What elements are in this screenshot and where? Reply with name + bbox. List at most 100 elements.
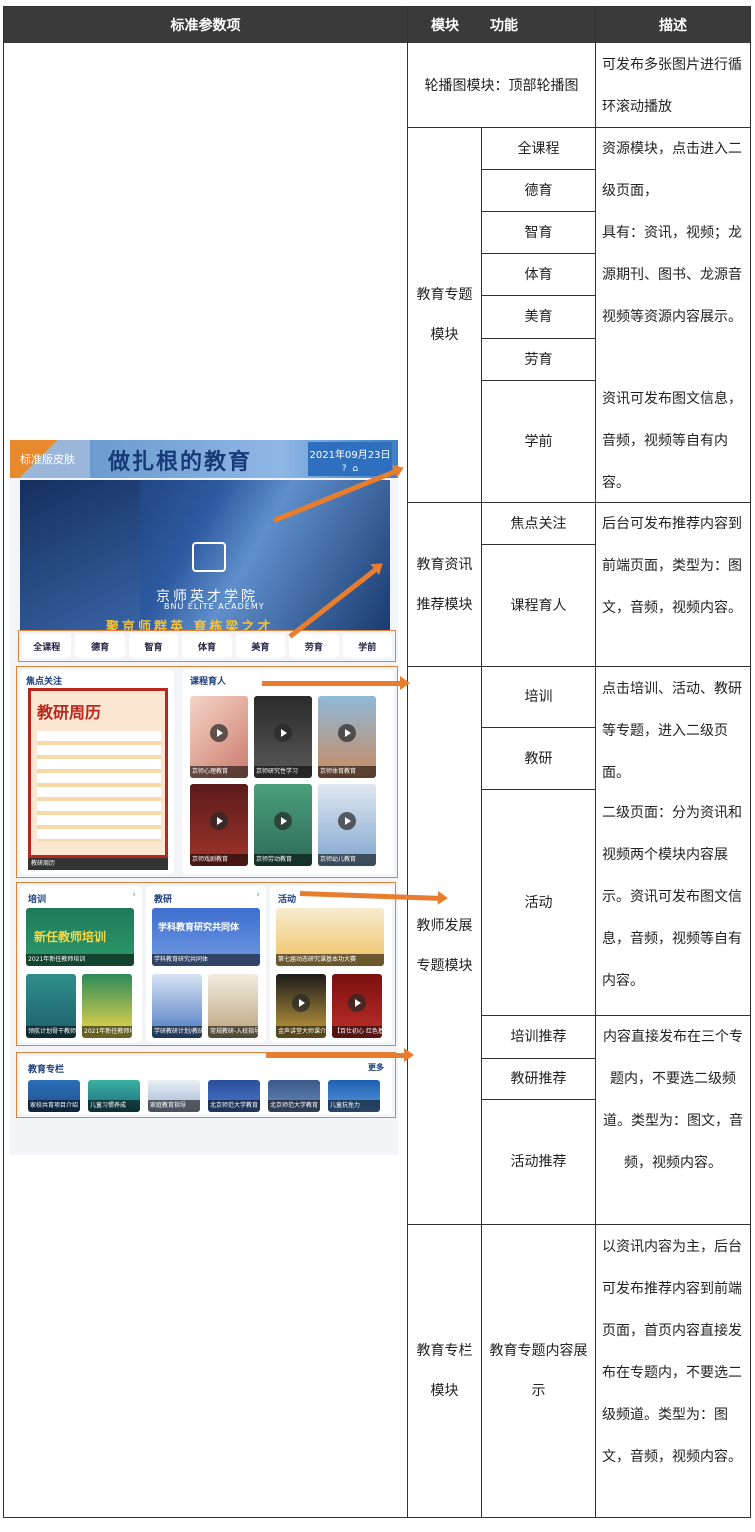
- course-title: 课程育人: [190, 677, 227, 687]
- column-item[interactable]: 儿童抗挫力: [328, 1080, 380, 1112]
- column-item[interactable]: 家校共育项目介绍: [28, 1080, 80, 1112]
- banner-building: [20, 480, 140, 630]
- research-banner-cap: 学科教育研究共同体: [152, 954, 260, 966]
- poster-lines: [37, 731, 161, 841]
- topic-func-0: 全课程: [517, 140, 560, 157]
- column-func: 教育专题内容展示: [489, 1343, 588, 1399]
- research-title: 教研: [154, 895, 173, 905]
- train-banner[interactable]: 新任教师培训 2021年新任教师培训: [26, 908, 134, 966]
- column-item-label: 儿童抗挫力: [328, 1100, 380, 1112]
- train-title: 培训: [28, 895, 47, 905]
- topic-nav: 全课程 德育 智育 体育 美育 劳育 学前: [18, 630, 396, 662]
- play-icon: [210, 811, 228, 830]
- course-item[interactable]: 京师体育教育: [318, 696, 376, 778]
- chevron-right-icon[interactable]: ›: [132, 890, 136, 900]
- table-border-left: [3, 6, 4, 1518]
- column-item-label: 家校共育项目介绍: [28, 1100, 80, 1112]
- column-item-label: 家庭教育指导: [148, 1100, 200, 1112]
- course-item[interactable]: 京师幼儿教育: [318, 784, 376, 866]
- arrow-news: [262, 676, 410, 690]
- train-item[interactable]: 领航计划骨干教师培训: [26, 974, 76, 1038]
- teacher-desc-1: 点击培训、活动、教研等专题，进入二级页面。: [602, 681, 742, 781]
- course-item-label: 京师心理教育: [190, 766, 248, 778]
- research-banner[interactable]: 学科教育研究共同体 学科教育研究共同体: [152, 908, 260, 966]
- nav-item[interactable]: 学前: [342, 634, 392, 658]
- column-item[interactable]: 北京师范大学教育: [268, 1080, 320, 1112]
- topic-func-2: 智育: [524, 224, 553, 241]
- play-icon: [338, 811, 356, 830]
- column-item[interactable]: 北京师范大学教育: [208, 1080, 260, 1112]
- nav-item[interactable]: 体育: [182, 634, 232, 658]
- home-icon[interactable]: ⌂: [352, 464, 358, 474]
- research-banner-text: 学科教育研究共同体: [158, 923, 240, 933]
- activity-banner[interactable]: 第七届动态研究课基本功大赛: [276, 908, 384, 966]
- nav-item[interactable]: 德育: [75, 634, 125, 658]
- teacher-desc-3: 内容直接发布在三个专题内，不要选二级频道。类型为：图文，音频，视频内容。: [603, 1029, 743, 1171]
- course-item[interactable]: 京师心理教育: [190, 696, 248, 778]
- teacher-func-2: 活动: [524, 894, 553, 911]
- carousel-banner[interactable]: 京师英才学院 BNU ELITE ACADEMY 聚京师群英 育栋梁之才: [20, 480, 390, 630]
- topic-func-4: 美育: [524, 309, 553, 325]
- column-item-label: 北京师范大学教育: [208, 1100, 260, 1112]
- research-item[interactable]: 学研教研计划/教研简报: [152, 974, 202, 1038]
- nav-item[interactable]: 全课程: [22, 634, 72, 658]
- focus-poster[interactable]: 教研周历: [28, 688, 168, 858]
- ui-screenshot: 标准版皮肤 做扎根的教育 2021年09月23日 ? ⌂ 京师英才学院 BNU …: [10, 440, 398, 1155]
- column-item[interactable]: 家庭教育指导: [148, 1080, 200, 1112]
- activity-card[interactable]: 活动 第七届动态研究课基本功大赛 金声讲堂大师课介绍-短片(高清版) 【百仕初心…: [270, 886, 392, 1042]
- nav-item[interactable]: 劳育: [289, 634, 339, 658]
- chevron-right-icon[interactable]: ›: [256, 890, 260, 900]
- research-card[interactable]: 教研 › 学科教育研究共同体 学科教育研究共同体 学研教研计划/教研简报 常规教…: [146, 886, 266, 1042]
- teacher-rec-0: 培训推荐: [510, 1029, 567, 1045]
- research-item[interactable]: 常规教研-入校指导: [208, 974, 258, 1038]
- focus-poster-title: 教研周历: [37, 703, 102, 722]
- banner-subtitle: BNU ELITE ACADEMY: [164, 602, 265, 611]
- train-item[interactable]: 2021年新任教师培训: [82, 974, 132, 1038]
- teacher-desc-2: 二级页面：分为资讯和视频两个模块内容展示。资讯可发布图文信息，音频，视频等自有内…: [602, 805, 742, 989]
- train-banner-text: 新任教师培训: [34, 930, 107, 944]
- column-card: 教育专栏 更多 家校共育项目介绍 儿童习惯养成 家庭教育指导 北京师范大学教育 …: [20, 1056, 392, 1114]
- focus-title: 焦点关注: [26, 677, 63, 687]
- course-item-label: 京师戏剧教育: [190, 854, 248, 866]
- course-item[interactable]: 京师劳动教育: [254, 784, 312, 866]
- banner-slogan: 聚京师群英 育栋梁之才: [106, 620, 274, 630]
- table-border-top: [3, 6, 751, 7]
- train-banner-cap: 2021年新任教师培训: [26, 954, 134, 966]
- train-card[interactable]: 培训 › 新任教师培训 2021年新任教师培训 领航计划骨干教师培训 2021年…: [20, 886, 142, 1042]
- nav-item[interactable]: 美育: [235, 634, 286, 658]
- help-icon[interactable]: ?: [342, 464, 347, 474]
- course-item[interactable]: 京师戏剧教育: [190, 784, 248, 866]
- topic-func-6: 学前: [524, 433, 553, 450]
- header-col-function: 功能: [482, 6, 595, 43]
- graduation-cap-icon: [192, 542, 226, 572]
- topic-desc-2: 具有：资讯，视频；龙源期刊、图书、龙源音视频等资源内容展示。: [602, 225, 742, 325]
- topic-func-5: 劳育: [524, 351, 553, 368]
- research-item-label: 常规教研-入校指导: [208, 1026, 258, 1038]
- news-func-0: 焦点关注: [510, 515, 567, 532]
- topic-module: 教育专题模块: [416, 287, 473, 343]
- teacher-module: 教师发展专题模块: [416, 917, 473, 974]
- teacher-func-1: 教研: [524, 750, 553, 767]
- header-col-param: 标准参数项: [4, 6, 407, 43]
- nav-item[interactable]: 智育: [128, 634, 179, 658]
- activity-item[interactable]: 金声讲堂大师课介绍-短片(高清版): [276, 974, 326, 1038]
- arrow-column: [266, 1048, 414, 1062]
- brand-title: 做扎根的教育: [108, 449, 253, 475]
- table-border-right: [750, 6, 751, 1518]
- topic-func-3: 体育: [524, 266, 553, 283]
- more-link[interactable]: 更多: [368, 1062, 384, 1073]
- course-item[interactable]: 京师研究性学习: [254, 696, 312, 778]
- play-icon: [274, 723, 292, 742]
- column-module: 教育专栏模块: [416, 1343, 473, 1399]
- column-item-label: 儿童习惯养成: [88, 1100, 140, 1112]
- course-item-label: 京师劳动教育: [254, 854, 312, 866]
- activity-item[interactable]: 【百仕初心 红色基因】01周高师: [332, 974, 382, 1038]
- focus-card[interactable]: 焦点关注 教研周历 教研周历: [20, 670, 174, 874]
- topic-func-1: 德育: [524, 182, 553, 199]
- news-func-1: 课程育人: [510, 597, 567, 614]
- activity-item-label: 金声讲堂大师课介绍-短片(高清版): [276, 1026, 326, 1038]
- column-item[interactable]: 儿童习惯养成: [88, 1080, 140, 1112]
- skin-label[interactable]: 标准版皮肤: [10, 440, 90, 478]
- topic-desc-3: 资讯可发布图文信息，音频，视频等自有内容。: [602, 391, 742, 491]
- date-box: 2021年09月23日 ? ⌂: [308, 442, 392, 476]
